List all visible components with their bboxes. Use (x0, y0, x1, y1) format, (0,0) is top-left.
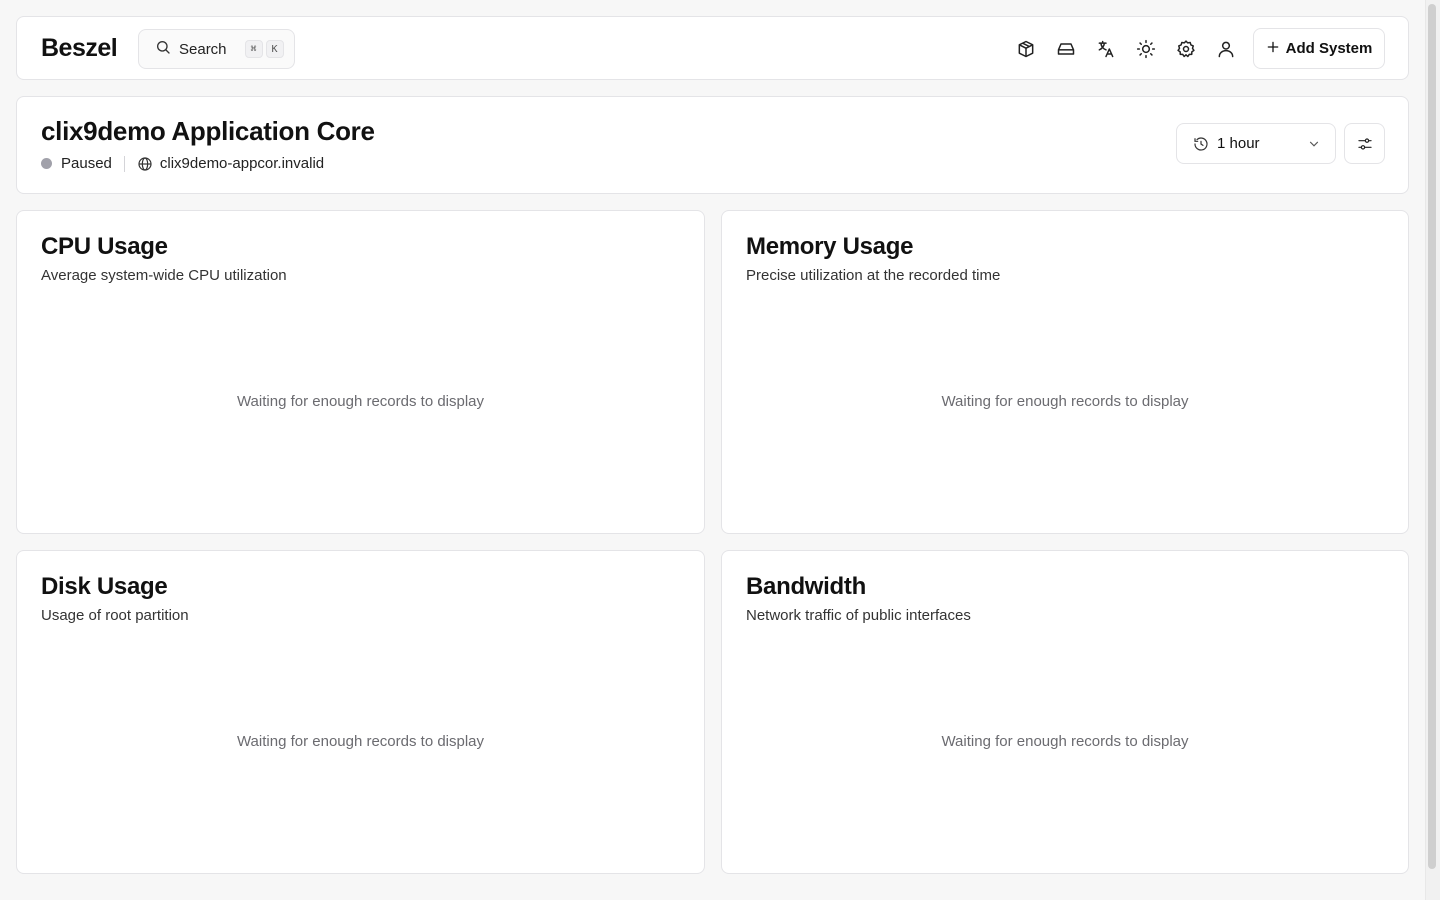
kbd-cmd: ⌘ (244, 40, 263, 58)
chart-subtitle: Average system-wide CPU utilization (41, 267, 287, 284)
top-navbar: Beszel Search ⌘ K Add System (16, 16, 1409, 80)
system-meta: Paused clix9demo-appcor.invalid (41, 155, 324, 172)
time-range-value: 1 hour (1217, 135, 1260, 152)
chart-title: Bandwidth (746, 573, 866, 600)
time-range-select[interactable]: 1 hour (1176, 123, 1336, 164)
cpu-usage-card: CPU Usage Average system-wide CPU utiliz… (16, 210, 705, 534)
search-icon (155, 39, 171, 59)
containers-icon[interactable] (1014, 37, 1038, 61)
empty-chart-message: Waiting for enough records to display (236, 393, 485, 410)
page-title: clix9demo Application Core (41, 116, 375, 146)
memory-usage-card: Memory Usage Precise utilization at the … (721, 210, 1409, 534)
sliders-icon (1357, 136, 1373, 152)
search-shortcut: ⌘ K (244, 40, 284, 58)
bandwidth-card: Bandwidth Network traffic of public inte… (721, 550, 1409, 874)
host-address: clix9demo-appcor.invalid (159, 155, 325, 172)
chart-settings-button[interactable] (1344, 123, 1385, 164)
search-label: Search (179, 40, 227, 58)
chart-subtitle: Network traffic of public interfaces (746, 607, 971, 624)
user-icon[interactable] (1214, 37, 1238, 61)
chart-subtitle: Usage of root partition (41, 607, 189, 624)
plus-icon (1266, 40, 1280, 58)
logo[interactable]: Beszel (41, 34, 118, 63)
drive-icon[interactable] (1054, 37, 1078, 61)
disk-usage-card: Disk Usage Usage of root partition Waiti… (16, 550, 705, 874)
translate-icon[interactable] (1094, 37, 1118, 61)
scrollbar-thumb[interactable] (1428, 4, 1436, 869)
globe-icon (137, 156, 153, 172)
system-info-card: clix9demo Application Core Paused clix9d… (16, 96, 1409, 194)
gear-icon[interactable] (1174, 37, 1198, 61)
divider (123, 155, 125, 172)
chevron-down-icon (1307, 137, 1321, 151)
status-badge: Paused (61, 155, 112, 172)
chart-title: Memory Usage (746, 233, 914, 260)
kbd-k: K (265, 40, 284, 58)
sun-icon[interactable] (1134, 37, 1158, 61)
search-button[interactable]: Search ⌘ K (138, 29, 295, 69)
chart-title: CPU Usage (41, 233, 168, 260)
add-system-button[interactable]: Add System (1253, 28, 1385, 69)
history-icon (1193, 136, 1209, 152)
status-dot (41, 158, 52, 169)
empty-chart-message: Waiting for enough records to display (941, 393, 1189, 410)
empty-chart-message: Waiting for enough records to display (941, 733, 1189, 750)
empty-chart-message: Waiting for enough records to display (236, 733, 485, 750)
chart-title: Disk Usage (41, 573, 168, 600)
chart-subtitle: Precise utilization at the recorded time (746, 267, 1001, 284)
add-system-label: Add System (1285, 40, 1373, 57)
